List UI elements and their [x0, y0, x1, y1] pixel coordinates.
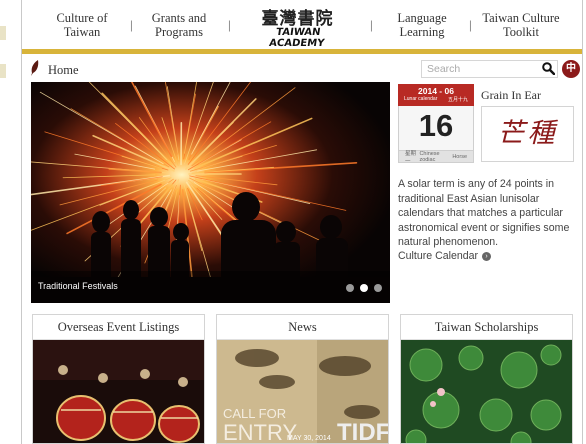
calendar-year-month: 2014 - 06 — [418, 86, 454, 96]
calendar-lunar-date: 五月十九 — [447, 97, 468, 103]
news-deadline: MAY 30, 2014 — [287, 435, 331, 442]
calendar-widget[interactable]: 2014 - 06 Lunar calendar 五月十九 16 星期一 Chi… — [398, 84, 474, 165]
card-news[interactable]: News CALL FOR ENTRY MAY 30, 2014 TIDF — [216, 314, 389, 444]
nav-line: Programs — [155, 25, 203, 39]
card-image: CALL FOR ENTRY MAY 30, 2014 TIDF — [217, 340, 388, 444]
left-edge-mark — [0, 26, 6, 40]
hero-image — [31, 82, 390, 303]
nav-language-learning[interactable]: Language Learning — [386, 11, 458, 39]
calendar-lunar-label: Lunar calendar — [404, 96, 438, 102]
calendar-footer: 星期一 Chinese zodiac Horse — [398, 150, 474, 165]
calendar-weekday: 星期一 — [405, 150, 417, 165]
culture-calendar-label: Culture Calendar — [398, 250, 479, 262]
nav-line: Culture of — [56, 11, 108, 25]
card-title: Taiwan Scholarships — [401, 315, 572, 340]
calendar-lunar-row: Lunar calendar 五月十九 — [398, 96, 474, 103]
carousel-dot[interactable] — [346, 284, 354, 292]
left-edge-strip — [0, 0, 21, 444]
hero-caption-bar: Traditional Festivals — [31, 271, 390, 303]
nav-line: Taiwan Culture — [482, 11, 560, 25]
card-image — [401, 340, 572, 443]
hero-carousel[interactable]: Traditional Festivals — [31, 82, 390, 303]
hero-caption: Traditional Festivals — [38, 281, 118, 291]
nav-line: Grants and — [151, 11, 207, 25]
nav-separator: | — [228, 17, 231, 32]
calendar-zodiac-label: Chinese zodiac — [419, 150, 440, 163]
nav-grants-and-programs[interactable]: Grants and Programs — [143, 11, 215, 39]
solar-term-calligraphy: 芒種 — [497, 118, 558, 149]
search-input[interactable]: Search — [421, 60, 558, 78]
nav-line: Learning — [399, 25, 445, 39]
card-image — [33, 340, 204, 443]
search-icon[interactable] — [542, 62, 556, 80]
nav-separator: | — [370, 17, 373, 32]
card-title: News — [217, 315, 388, 340]
feather-icon — [30, 60, 40, 80]
calendar-body: 16 — [398, 106, 474, 151]
nav-line: Language — [397, 11, 447, 25]
nav-line: Taiwan — [63, 25, 101, 39]
breadcrumb: Home — [30, 60, 79, 80]
arrow-right-icon: › — [482, 251, 492, 261]
news-call-for: CALL FOR — [223, 406, 286, 421]
calendar-header: 2014 - 06 Lunar calendar 五月十九 — [398, 84, 474, 106]
carousel-dot-active[interactable] — [360, 284, 368, 292]
carousel-dots — [346, 284, 382, 292]
culture-calendar-link[interactable]: Culture Calendar › — [398, 250, 492, 262]
header-divider — [22, 49, 582, 54]
calendar-day: 16 — [418, 108, 454, 143]
logo-chinese: 臺灣書院 — [261, 9, 334, 29]
solar-term-image: 芒種 — [481, 106, 574, 162]
nav-separator: | — [469, 17, 472, 32]
nav-separator: | — [130, 17, 133, 32]
carousel-dot[interactable] — [374, 284, 382, 292]
card-title: Overseas Event Listings — [33, 315, 204, 340]
left-edge-mark — [0, 64, 6, 78]
nav-line: Toolkit — [503, 25, 539, 39]
card-overseas-event-listings[interactable]: Overseas Event Listings — [32, 314, 205, 444]
language-toggle-button[interactable]: 中 — [562, 60, 580, 78]
nav-taiwan-culture-toolkit[interactable]: Taiwan Culture Toolkit — [476, 11, 566, 39]
solar-term-description: A solar term is any of 24 points in trad… — [398, 178, 570, 248]
calendar-zodiac: Horse — [452, 153, 467, 160]
solar-term-title: Grain In Ear — [481, 88, 541, 102]
taiwan-academy-logo[interactable]: 臺灣書院 TAIWAN ACADEMY — [250, 4, 345, 49]
logo-english: TAIWAN ACADEMY — [268, 27, 326, 49]
news-tidf: TIDF — [337, 419, 388, 444]
nav-culture-of-taiwan[interactable]: Culture of Taiwan — [46, 11, 118, 39]
card-taiwan-scholarships[interactable]: Taiwan Scholarships — [400, 314, 573, 444]
breadcrumb-home[interactable]: Home — [48, 63, 79, 78]
